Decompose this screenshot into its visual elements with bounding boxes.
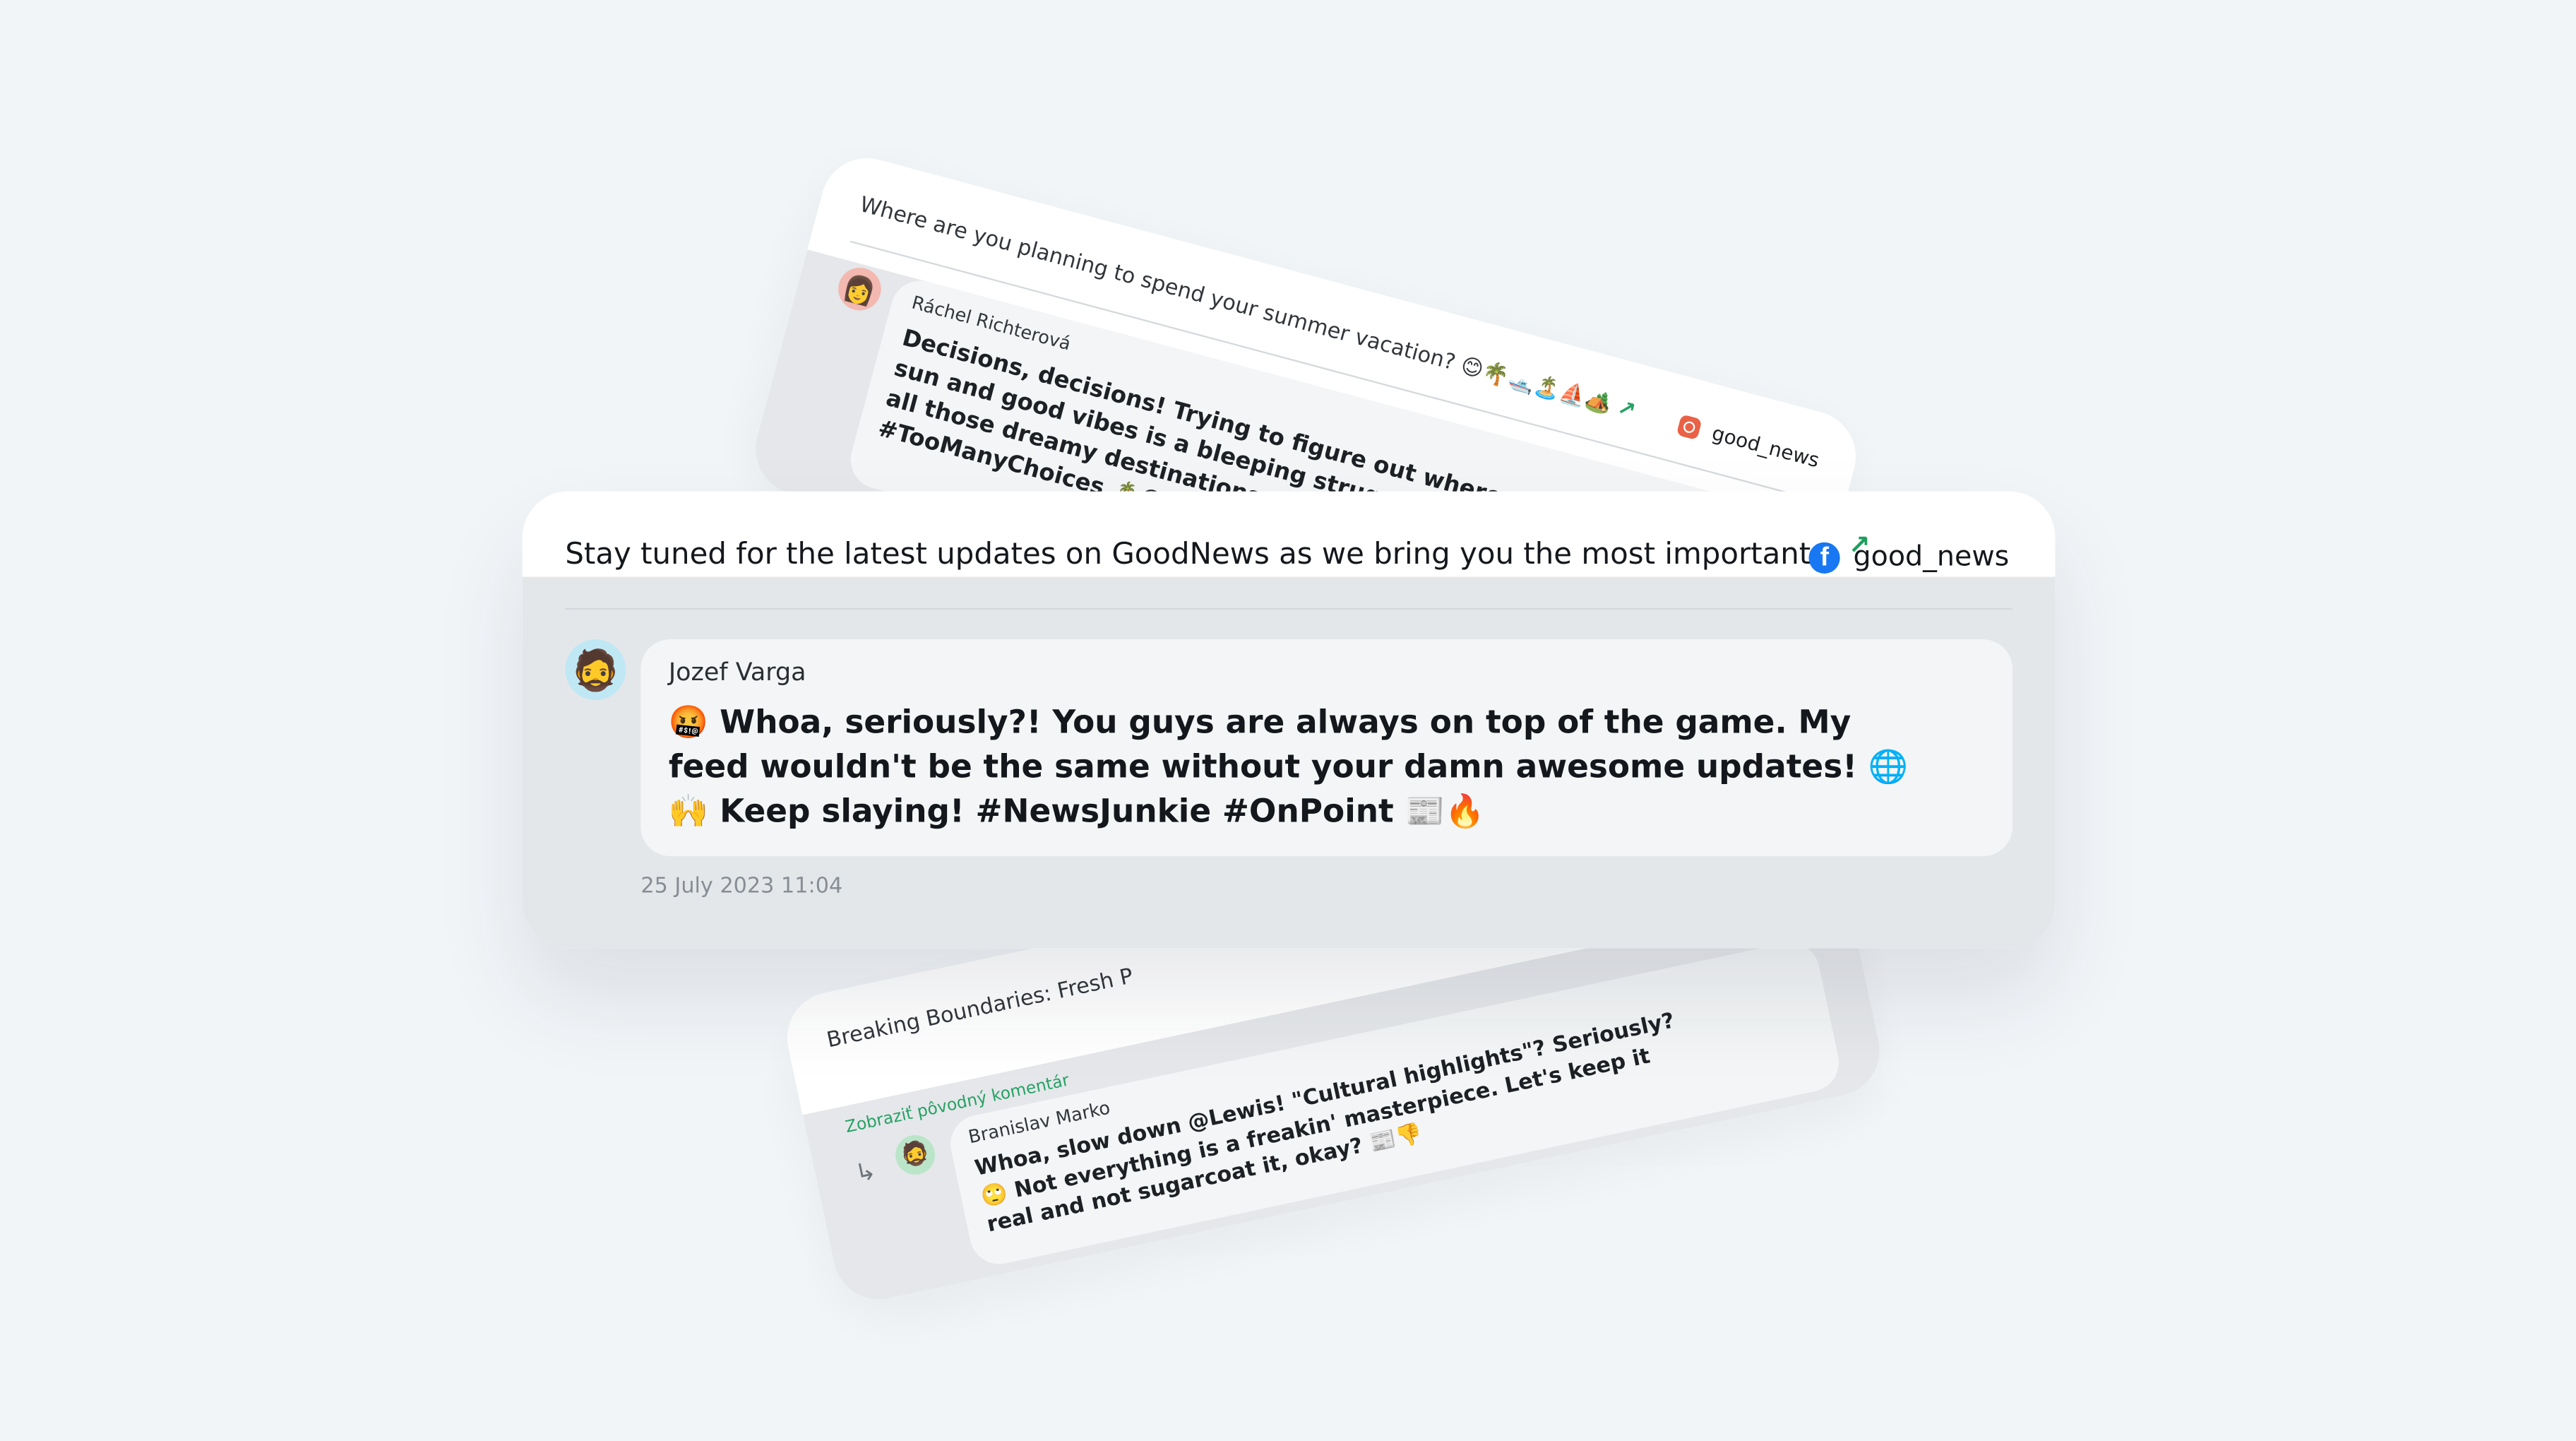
- divider: [565, 607, 2012, 610]
- post-text-label: Stay tuned for the latest updates on Goo…: [565, 537, 1839, 572]
- comment-text: 🤬 Whoa, seriously?! You guys are always …: [669, 700, 1983, 833]
- comment-text-line-1: 🤬 Whoa, seriously?! You guys are always …: [668, 703, 1852, 742]
- source-account-back: good_news: [1709, 421, 1822, 473]
- open-post-arrow-icon[interactable]: ↗: [1614, 396, 1638, 425]
- comment-timestamp: 25 July 2023 11:04: [640, 874, 843, 899]
- post-source-back: good_news: [1676, 413, 1822, 472]
- source-account: good_news: [1853, 540, 2010, 574]
- comment-author: Jozef Varga: [668, 657, 806, 687]
- comment-text-line-2: feed wouldn't be the same without your d…: [668, 747, 1909, 786]
- post-text: Stay tuned for the latest updates on Goo…: [565, 529, 1870, 572]
- post-card-main: Stay tuned for the latest updates on Goo…: [522, 491, 2056, 949]
- instagram-icon: [1676, 413, 1703, 440]
- post-source: f good_news: [1808, 540, 2010, 574]
- comment-bubble: Jozef Varga 🤬 Whoa, seriously?! You guys…: [640, 639, 2012, 857]
- avatar: 🧔: [565, 639, 626, 701]
- facebook-icon: f: [1808, 541, 1840, 573]
- post-text-low: Breaking Boundaries: Fresh P: [825, 964, 1135, 1054]
- comment-text-line-3: 🙌 Keep slaying! #NewsJunkie #OnPoint 📰🔥: [668, 792, 1485, 830]
